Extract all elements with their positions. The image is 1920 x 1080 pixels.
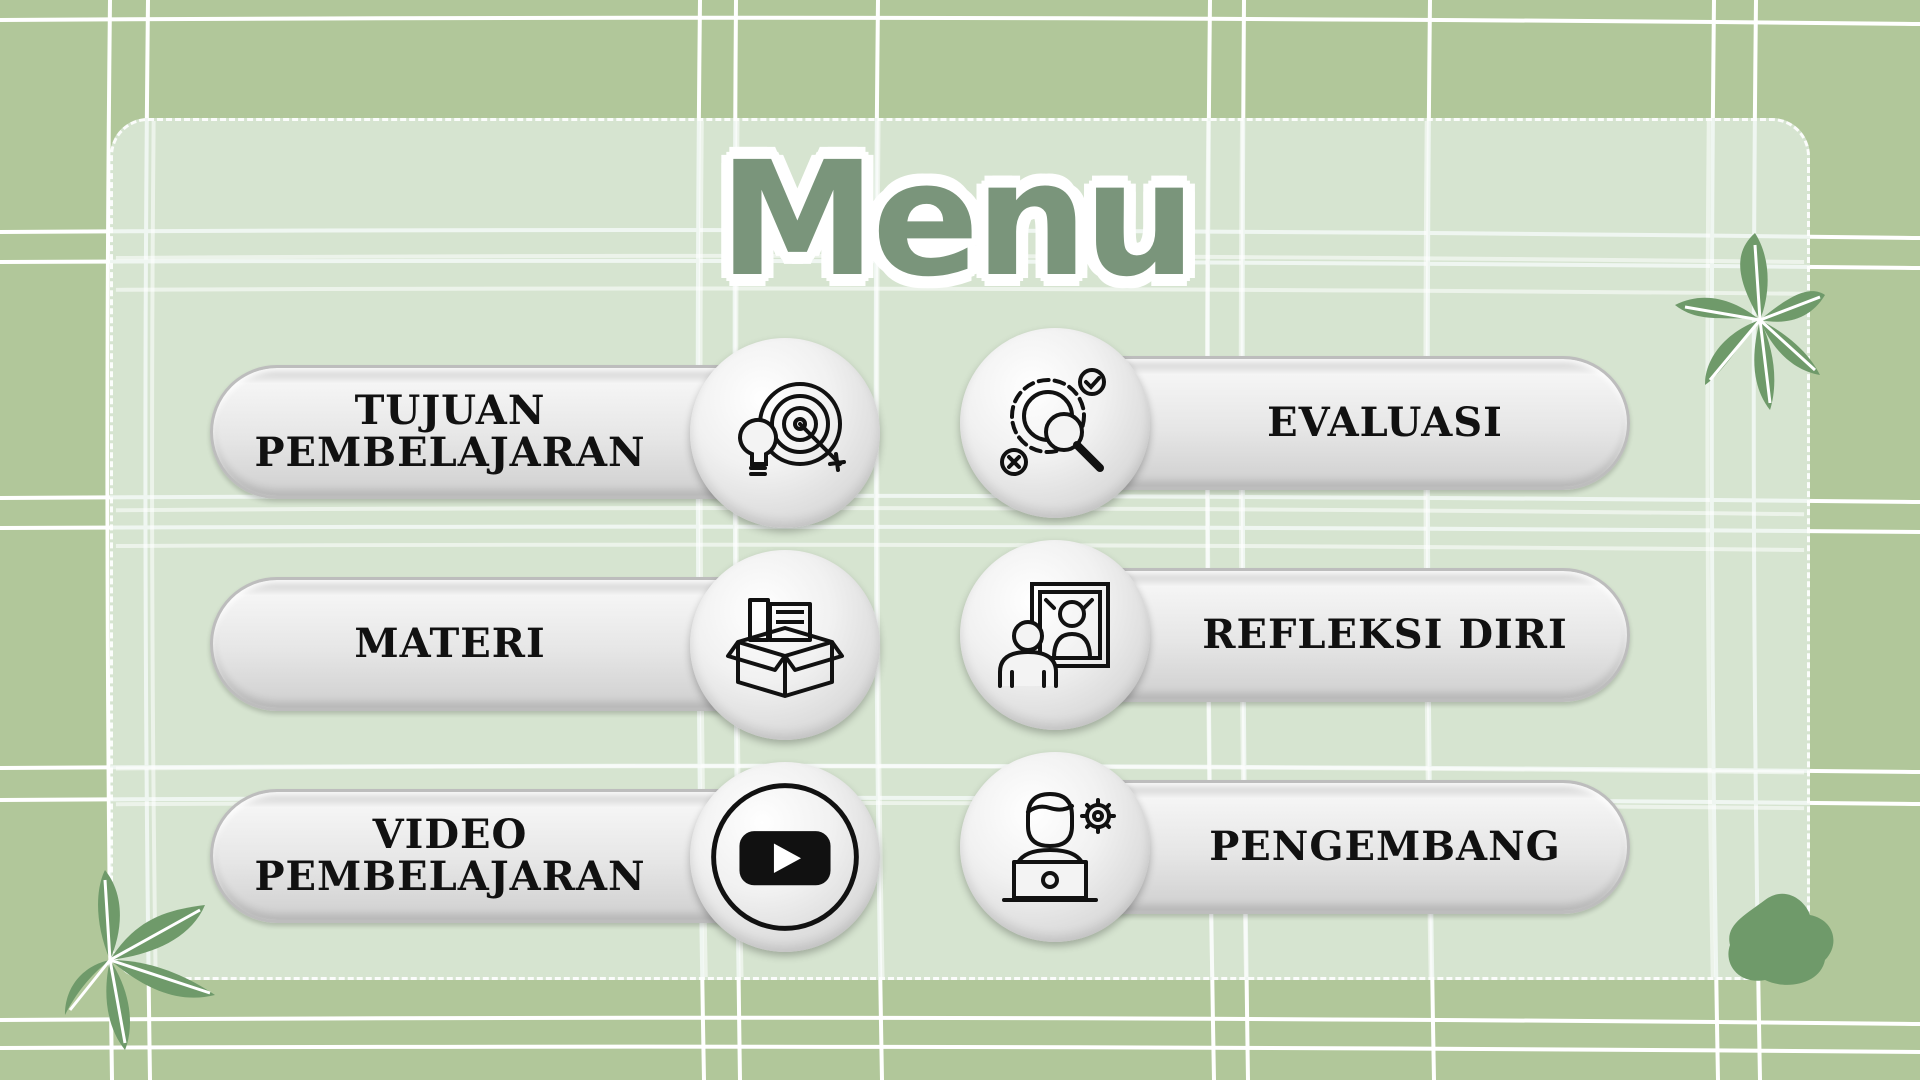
pengembang-icon-circle [960, 752, 1150, 942]
title-container: Menu [719, 135, 1196, 305]
page-title: Menu [718, 128, 1196, 312]
gear-search-check-icon [1000, 368, 1106, 476]
refleksi-pill: REFLEKSI DIRI [1110, 568, 1630, 702]
evaluasi-label: EVALUASI [1267, 399, 1503, 446]
tujuan-label: TUJUAN PEMBELAJARAN [254, 387, 646, 476]
blob-decoration-bottom-right [1728, 893, 1834, 985]
leaf-decoration-bottom-left [65, 870, 215, 1050]
youtube-play-icon [711, 783, 859, 931]
tujuan-pill: TUJUAN PEMBELAJARAN [210, 365, 730, 499]
leaf-decoration-top-right [1675, 233, 1825, 410]
video-pill: VIDEO PEMBELAJARAN [210, 789, 730, 923]
evaluasi-pill: EVALUASI [1110, 356, 1630, 490]
developer-laptop-icon [1002, 792, 1116, 902]
evaluasi-icon-circle [960, 328, 1150, 518]
materi-pill: MATERI [210, 577, 730, 711]
video-icon-circle [690, 762, 880, 952]
mirror-person-icon [998, 582, 1110, 688]
tujuan-icon-circle [690, 338, 880, 528]
refleksi-label: REFLEKSI DIRI [1202, 611, 1568, 658]
materi-label: MATERI [354, 620, 546, 667]
target-lightbulb-icon [737, 382, 846, 476]
pengembang-pill: PENGEMBANG [1110, 780, 1630, 914]
materi-icon-circle [690, 550, 880, 740]
pengembang-label: PENGEMBANG [1209, 823, 1561, 870]
refleksi-icon-circle [960, 540, 1150, 730]
book-box-icon [726, 598, 844, 698]
video-label: VIDEO PEMBELAJARAN [254, 811, 646, 900]
